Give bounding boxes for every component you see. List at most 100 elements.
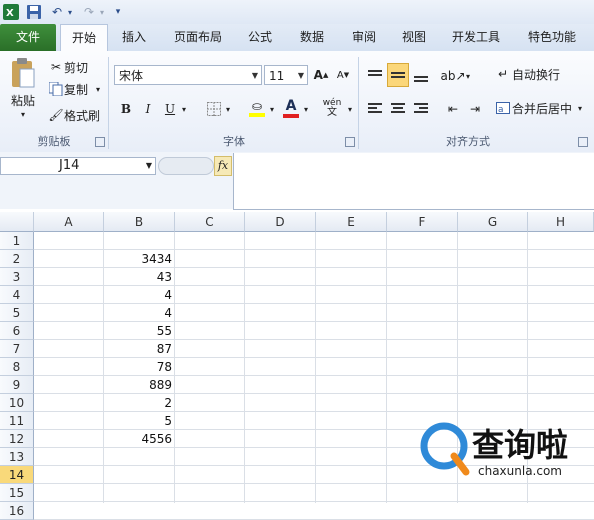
redo-icon[interactable]: ↷ <box>80 3 98 21</box>
decrease-font-icon[interactable]: A ▼ <box>334 65 352 85</box>
row-header-10[interactable]: 10 <box>0 394 34 412</box>
column-header-f[interactable]: F <box>387 212 458 232</box>
cell-b15[interactable] <box>104 484 175 502</box>
cell-b12[interactable]: 4556 <box>104 430 175 448</box>
tab-review[interactable]: 审阅 <box>342 24 386 51</box>
border-dropdown-icon[interactable]: ▾ <box>224 99 232 119</box>
cell-b9[interactable]: 889 <box>104 376 175 394</box>
row-header-9[interactable]: 9 <box>0 376 34 394</box>
font-color-dropdown-icon[interactable]: ▾ <box>302 99 310 119</box>
row-header-15[interactable]: 15 <box>0 484 34 502</box>
cell-b14[interactable] <box>104 466 175 484</box>
undo-dropdown-icon[interactable]: ▾ <box>66 3 74 21</box>
column-header-d[interactable]: D <box>245 212 316 232</box>
underline-button[interactable]: U <box>160 99 180 119</box>
merge-center-button[interactable]: 合并后居中 <box>512 99 576 117</box>
orientation-dropdown-icon[interactable]: ▾ <box>464 65 472 87</box>
save-icon[interactable] <box>26 3 42 21</box>
tab-developer[interactable]: 开发工具 <box>444 24 508 51</box>
cell-b11[interactable]: 5 <box>104 412 175 430</box>
cell-b16[interactable] <box>104 502 175 520</box>
align-right-icon[interactable] <box>410 99 432 119</box>
row-header-4[interactable]: 4 <box>0 286 34 304</box>
row-header-2[interactable]: 2 <box>0 250 34 268</box>
column-header-h[interactable]: H <box>528 212 594 232</box>
tab-data[interactable]: 数据 <box>290 24 334 51</box>
cell-b7[interactable]: 87 <box>104 340 175 358</box>
row-header-3[interactable]: 3 <box>0 268 34 286</box>
tab-page-layout[interactable]: 页面布局 <box>166 24 230 51</box>
tab-file[interactable]: 文件 <box>0 24 56 51</box>
paste-button[interactable]: 粘贴 <box>6 91 40 109</box>
row-header-5[interactable]: 5 <box>0 304 34 322</box>
alignment-launcher-icon[interactable] <box>578 137 588 147</box>
orientation-icon[interactable]: ab↗ <box>440 65 465 87</box>
chevron-down-icon[interactable]: ▼ <box>146 158 152 174</box>
align-center-icon[interactable] <box>387 99 409 119</box>
copy-button[interactable]: 复制 <box>64 81 94 97</box>
row-header-1[interactable]: 1 <box>0 232 34 250</box>
phonetic-dropdown-icon[interactable]: ▾ <box>346 99 354 119</box>
redo-dropdown-icon[interactable]: ▾ <box>98 3 106 21</box>
row-header-7[interactable]: 7 <box>0 340 34 358</box>
font-color-icon[interactable]: A <box>280 97 302 119</box>
formula-bar-splitter[interactable] <box>158 157 214 175</box>
merge-dropdown-icon[interactable]: ▾ <box>576 99 584 117</box>
tab-view[interactable]: 视图 <box>392 24 436 51</box>
formula-input[interactable] <box>233 153 594 210</box>
row-header-12[interactable]: 12 <box>0 430 34 448</box>
name-box[interactable]: J14 ▼ <box>0 157 156 175</box>
tab-formulas[interactable]: 公式 <box>238 24 282 51</box>
paste-dropdown-icon[interactable]: ▾ <box>18 109 28 119</box>
align-top-icon[interactable] <box>364 65 386 87</box>
cell-b3[interactable]: 43 <box>104 268 175 286</box>
fill-color-dropdown-icon[interactable]: ▾ <box>268 99 276 119</box>
row-header-16[interactable]: 16 <box>0 502 34 520</box>
row-header-13[interactable]: 13 <box>0 448 34 466</box>
cut-button[interactable]: 剪切 <box>64 59 94 75</box>
cell-b5[interactable]: 4 <box>104 304 175 322</box>
column-header-g[interactable]: G <box>458 212 528 232</box>
cell-b4[interactable]: 4 <box>104 286 175 304</box>
row-header-8[interactable]: 8 <box>0 358 34 376</box>
align-middle-icon[interactable] <box>387 63 409 87</box>
undo-icon[interactable]: ↶ <box>48 3 66 21</box>
increase-font-icon[interactable]: A ▲ <box>312 65 330 85</box>
align-left-icon[interactable] <box>364 99 386 119</box>
fill-color-icon[interactable]: ⛀ <box>246 97 268 119</box>
row-header-11[interactable]: 11 <box>0 412 34 430</box>
clipboard-launcher-icon[interactable] <box>95 137 105 147</box>
cell-b2[interactable]: 3434 <box>104 250 175 268</box>
row-header-6[interactable]: 6 <box>0 322 34 340</box>
tab-insert[interactable]: 插入 <box>112 24 156 51</box>
column-header-a[interactable]: A <box>34 212 104 232</box>
increase-indent-icon[interactable]: ⇥ <box>464 99 486 119</box>
decrease-indent-icon[interactable]: ⇤ <box>442 99 464 119</box>
column-header-e[interactable]: E <box>316 212 387 232</box>
format-painter-button[interactable]: 格式刷 <box>64 107 104 123</box>
cell-b6[interactable]: 55 <box>104 322 175 340</box>
insert-function-button[interactable]: fx <box>214 156 232 176</box>
tab-special[interactable]: 特色功能 <box>520 24 584 51</box>
font-name-select[interactable]: 宋体 ▼ <box>114 65 262 85</box>
cell-b1[interactable] <box>104 232 175 250</box>
cell-b10[interactable]: 2 <box>104 394 175 412</box>
tab-home[interactable]: 开始 <box>60 24 108 52</box>
border-icon[interactable] <box>204 99 224 119</box>
customize-qat-icon[interactable]: ▾ <box>112 3 124 21</box>
column-header-c[interactable]: C <box>175 212 245 232</box>
font-launcher-icon[interactable] <box>345 137 355 147</box>
copy-dropdown-icon[interactable]: ▾ <box>94 81 102 97</box>
wrap-text-button[interactable]: 自动换行 <box>512 65 572 83</box>
row-header-14[interactable]: 14 <box>0 466 34 484</box>
bold-button[interactable]: B <box>116 99 136 119</box>
underline-dropdown-icon[interactable]: ▾ <box>180 99 188 119</box>
font-size-select[interactable]: 11 ▼ <box>264 65 308 85</box>
column-header-b[interactable]: B <box>104 212 175 232</box>
align-bottom-icon[interactable] <box>410 65 432 87</box>
phonetic-icon[interactable]: wén 文 <box>318 97 346 119</box>
select-all-corner[interactable] <box>0 212 34 232</box>
cell-b8[interactable]: 78 <box>104 358 175 376</box>
cell-b13[interactable] <box>104 448 175 466</box>
italic-button[interactable]: I <box>138 99 158 119</box>
